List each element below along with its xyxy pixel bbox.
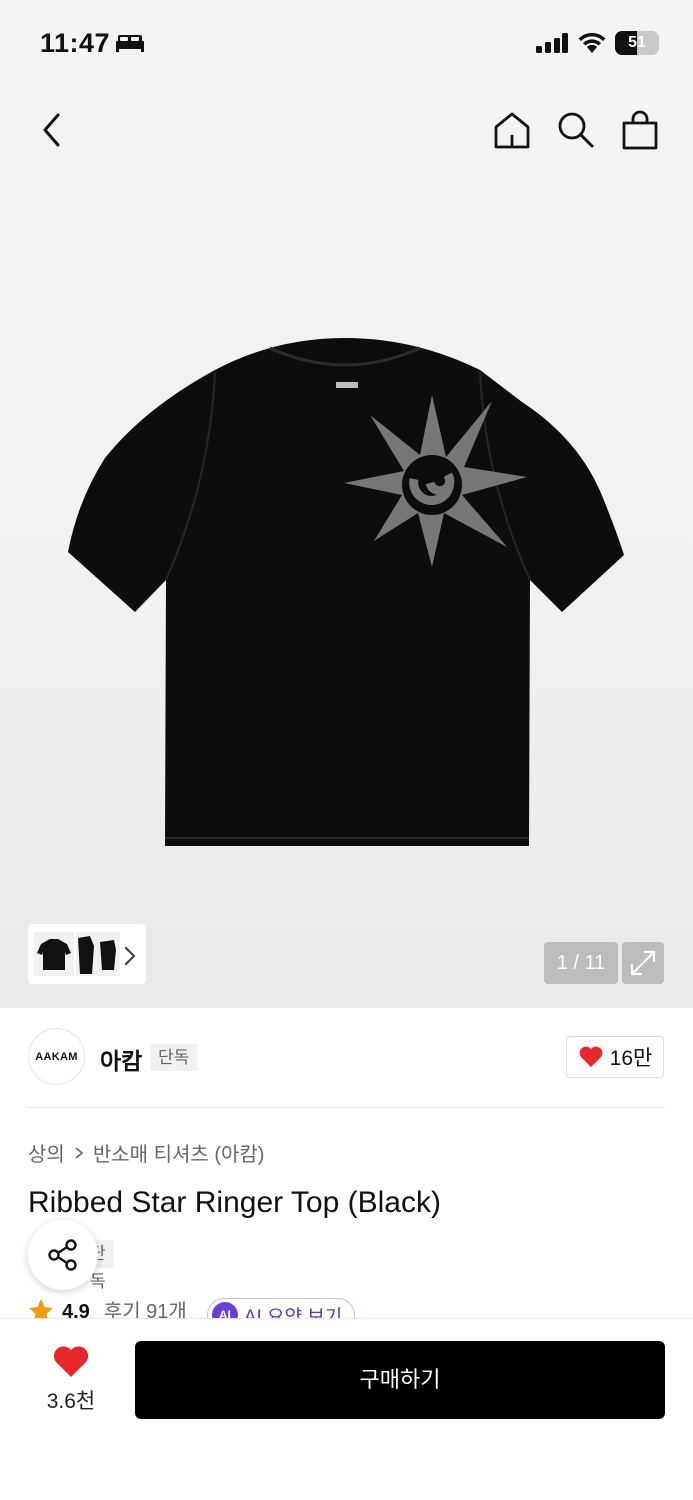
image-page-counter: 1 / 11 <box>544 942 618 984</box>
cart-button[interactable] <box>618 108 662 152</box>
product-title: Ribbed Star Ringer Top (Black) <box>28 1186 441 1219</box>
breadcrumb-subcategory[interactable]: 반소매 티셔츠 (아캄) <box>93 1138 265 1167</box>
wifi-icon <box>578 32 606 53</box>
product-image[interactable] <box>60 330 630 860</box>
status-bar: 11:47 51 <box>0 0 693 90</box>
ai-summary-button[interactable]: AI AI 요약 보기 <box>206 1298 356 1320</box>
back-icon <box>43 113 60 147</box>
chevron-right-icon[interactable] <box>121 945 139 967</box>
heart-icon <box>53 1346 89 1377</box>
brand-row: AAKAM 아캄 단독 16만 <box>0 1024 693 1090</box>
brand-like-button[interactable]: 16만 <box>566 1036 664 1078</box>
review-count[interactable]: 후기 91개 <box>104 1298 187 1320</box>
expand-icon <box>630 950 656 976</box>
brand-name[interactable]: 아캄 <box>100 1042 142 1076</box>
share-icon <box>48 1239 77 1271</box>
search-button[interactable] <box>554 108 598 152</box>
wishlist-button[interactable]: 3.6천 <box>28 1345 114 1415</box>
product-gallery[interactable]: 11:47 51 1 / 11 <box>0 0 693 1008</box>
rating-row[interactable]: 4.9 후기 91개 AI AI 요약 보기 <box>28 1298 688 1320</box>
back-button[interactable] <box>30 108 74 152</box>
rating-value: 4.9 <box>62 1301 90 1320</box>
battery-icon: 51 <box>615 31 659 55</box>
signal-icon <box>536 33 568 53</box>
battery-level: 51 <box>628 34 646 51</box>
divider <box>28 1107 665 1108</box>
wishlist-count: 3.6천 <box>46 1390 96 1413</box>
expand-button[interactable] <box>622 942 664 984</box>
bottom-action-bar: 3.6천 구매하기 <box>0 1318 693 1500</box>
status-time: 11:47 <box>40 28 111 58</box>
home-icon <box>494 112 530 149</box>
heart-icon <box>579 1046 603 1067</box>
home-button[interactable] <box>490 108 534 152</box>
breadcrumb-category[interactable]: 상의 <box>28 1138 65 1167</box>
exclusive-badge: 단독 <box>150 1044 198 1071</box>
bed-icon <box>116 35 144 52</box>
chevron-right-icon <box>75 1146 84 1159</box>
buy-button[interactable]: 구매하기 <box>135 1341 665 1419</box>
brand-like-count: 16만 <box>609 1047 653 1070</box>
star-icon <box>29 1299 53 1320</box>
breadcrumb: 상의 반소매 티셔츠 (아캄) <box>28 1138 264 1167</box>
shopping-bag-icon <box>622 110 658 150</box>
top-nav-bar <box>0 100 693 160</box>
share-button[interactable] <box>28 1220 98 1290</box>
search-icon <box>558 112 594 148</box>
brand-logo[interactable]: AAKAM <box>28 1028 85 1085</box>
